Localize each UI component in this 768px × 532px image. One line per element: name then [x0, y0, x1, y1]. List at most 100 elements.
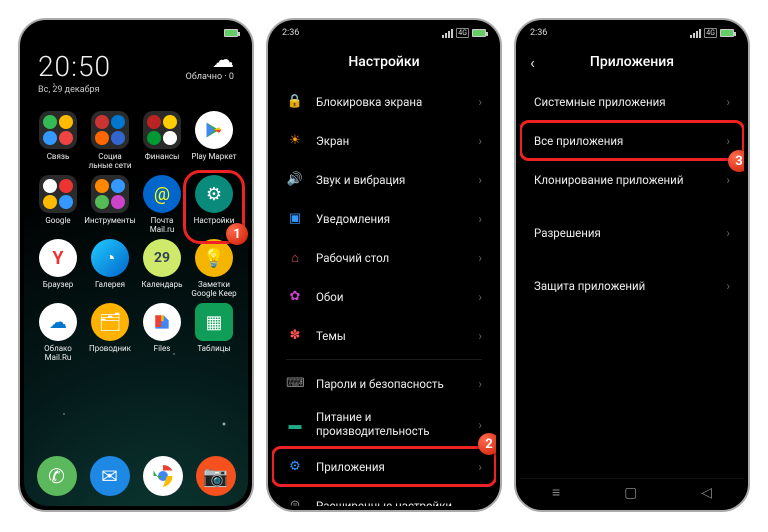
notification-icon: ▣ — [286, 211, 304, 226]
app-mailru[interactable]: @ Почта Mail.ru — [136, 175, 188, 239]
dock-camera[interactable]: 📷 — [196, 456, 236, 496]
chevron-right-icon: › — [478, 290, 482, 304]
app-label: Связь — [47, 152, 70, 161]
signal-icon — [690, 29, 701, 38]
chevron-right-icon: › — [726, 95, 730, 109]
folder-social[interactable]: Социа льные сети — [84, 111, 136, 175]
date: Вс, 29 декабря — [38, 85, 111, 95]
nav-home-icon[interactable]: ▢ — [624, 485, 637, 501]
chevron-right-icon: › — [478, 418, 482, 432]
chevron-right-icon: › — [726, 134, 730, 148]
row-label: Питание и производительность — [316, 411, 430, 439]
dock-chrome[interactable] — [143, 456, 183, 496]
app-gallery[interactable]: ◔ Галерея — [84, 239, 136, 303]
sun-icon: ☀ — [286, 133, 304, 148]
row-system-apps[interactable]: Системные приложения › — [520, 82, 744, 121]
app-label: Google — [45, 216, 70, 225]
folder-tools[interactable]: Инструменты — [84, 175, 136, 239]
app-label: Социа льные сети — [89, 152, 132, 170]
app-label: Галерея — [95, 280, 125, 289]
row-sound[interactable]: 🔊Звук и вибрация› — [272, 160, 496, 199]
dock-phone[interactable]: ✆ — [37, 456, 77, 496]
network-4g-icon: 4G — [456, 28, 469, 38]
phone-apps-page: 2:36 4G ‹ Приложения Системные приложени… — [514, 18, 750, 512]
chevron-right-icon: › — [726, 173, 730, 187]
app-label: Play Маркет — [191, 152, 236, 161]
header: ‹ Приложения — [520, 42, 744, 82]
row-label: Рабочий стол — [316, 251, 389, 265]
app-sheets[interactable]: ▦ Таблицы — [188, 303, 240, 367]
back-button[interactable]: ‹ — [530, 53, 535, 72]
row-label: Системные приложения — [534, 95, 666, 109]
chevron-right-icon: › — [726, 279, 730, 293]
app-label: Files — [154, 344, 171, 353]
dock-messages[interactable]: ✉ — [90, 456, 130, 496]
signal-icon — [442, 29, 453, 38]
row-label: Клонирование приложений — [534, 173, 683, 187]
row-battery[interactable]: ▬ Питание и производительность › — [272, 403, 496, 447]
chevron-right-icon: › — [478, 251, 482, 265]
theme-icon: ✽ — [286, 328, 304, 343]
row-label: Обои — [316, 290, 343, 304]
nav-bar: ≡ ▢ ◁ — [520, 478, 744, 506]
folder-finance[interactable]: Финансы — [136, 111, 188, 175]
row-permissions[interactable]: Разрешения› — [520, 213, 744, 252]
chevron-right-icon: › — [726, 226, 730, 240]
battery-icon — [720, 29, 734, 37]
gear-icon: ⚙ — [195, 175, 233, 213]
app-explorer[interactable]: 🗂 Проводник — [84, 303, 136, 367]
app-label: Календарь — [142, 280, 183, 289]
row-all-apps[interactable]: Все приложения › 3 — [520, 121, 744, 160]
chevron-right-icon: › — [478, 134, 482, 148]
chevron-right-icon: › — [478, 212, 482, 226]
clock[interactable]: 20:50 — [38, 50, 111, 83]
phone-settings: 2:36 4G Настройки 🔒Блокировка экрана› ☀Э… — [266, 18, 502, 512]
row-wallpaper[interactable]: ✿Обои› — [272, 277, 496, 316]
folder-google[interactable]: Google — [32, 175, 84, 239]
weather-label: Облачно · 0 — [186, 72, 234, 82]
chevron-right-icon: › — [478, 95, 482, 109]
apps-list[interactable]: Системные приложения › Все приложения › 3… — [520, 82, 744, 478]
app-files[interactable]: Files — [136, 303, 188, 367]
row-apps[interactable]: ⚙ Приложения › 2 — [272, 447, 496, 486]
app-keep[interactable]: 💡 Заметки Google Keep — [188, 239, 240, 303]
battery-icon — [224, 29, 238, 37]
row-lockscreen[interactable]: 🔒Блокировка экрана› — [272, 82, 496, 121]
nav-menu-icon[interactable]: ≡ — [552, 484, 560, 501]
row-app-lock[interactable]: Защита приложений › — [520, 266, 744, 305]
app-calendar[interactable]: 29 Календарь — [136, 239, 188, 303]
app-label: Почта Mail.ru — [150, 216, 174, 234]
app-label: Таблицы — [197, 344, 230, 353]
status-bar: 2:36 4G — [272, 24, 496, 42]
weather-widget[interactable]: ☁ Облачно · 0 — [186, 50, 234, 95]
page-title: Приложения — [590, 54, 674, 70]
app-browser[interactable]: Y Браузер — [32, 239, 84, 303]
chevron-right-icon: › — [478, 329, 482, 343]
row-additional[interactable]: ⊜Расширенные настройки› — [272, 486, 496, 506]
row-notifications[interactable]: ▣Уведомления› — [272, 199, 496, 238]
app-label: Облако Mail.Ru — [44, 344, 72, 362]
app-label: Инструменты — [84, 216, 135, 225]
row-passwords[interactable]: ⌨Пароли и безопасность› — [272, 364, 496, 403]
keyboard-icon: ⌨ — [286, 376, 304, 391]
row-label: Все приложения — [534, 134, 623, 148]
row-homescreen[interactable]: ⌂Рабочий стол› — [272, 238, 496, 277]
app-play-market[interactable]: Play Маркет — [188, 111, 240, 175]
battery-icon: ▬ — [286, 417, 304, 433]
app-settings[interactable]: ⚙ Настройки 1 — [188, 175, 240, 239]
folder-connectivity[interactable]: Связь — [32, 111, 84, 175]
row-themes[interactable]: ✽ Темы › — [272, 316, 496, 355]
header: Настройки — [272, 42, 496, 82]
app-mailru-cloud[interactable]: ☁ Облако Mail.Ru — [32, 303, 84, 367]
row-dual-apps[interactable]: Клонирование приложений › — [520, 160, 744, 199]
row-label: Темы — [316, 329, 346, 343]
app-label: Проводник — [89, 344, 131, 353]
status-bar: 2:36 4G — [520, 24, 744, 42]
row-display[interactable]: ☀Экран› — [272, 121, 496, 160]
dock: ✆ ✉ 📷 — [24, 452, 248, 506]
settings-list[interactable]: 🔒Блокировка экрана› ☀Экран› 🔊Звук и вибр… — [272, 82, 496, 506]
nav-back-icon[interactable]: ◁ — [701, 485, 712, 501]
network-4g-icon: 4G — [704, 28, 717, 38]
row-label: Защита приложений — [534, 279, 645, 293]
dots-icon: ⊜ — [286, 498, 304, 506]
